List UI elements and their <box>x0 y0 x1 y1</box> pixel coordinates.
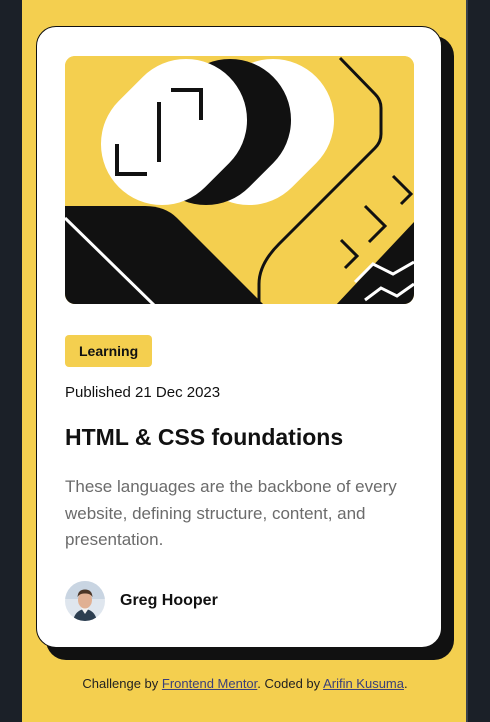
author: Greg Hooper <box>65 581 218 621</box>
frontend-mentor-link[interactable]: Frontend Mentor <box>162 676 257 691</box>
attribution-footer: Challenge by Frontend Mentor. Coded by A… <box>0 676 490 691</box>
published-date: Published 21 Dec 2023 <box>65 384 221 401</box>
hero-illustration <box>65 56 414 304</box>
author-name: Greg Hooper <box>120 592 218 609</box>
attribution-middle: . Coded by <box>257 676 324 691</box>
avatar <box>65 581 105 621</box>
viewport-right-edge <box>466 0 490 722</box>
attribution-suffix: . <box>403 676 408 691</box>
viewport-left-edge <box>0 0 22 722</box>
card-description: These languages are the backbone of ever… <box>65 477 397 549</box>
category-tag-label: Learning <box>79 343 139 359</box>
category-tag[interactable]: Learning <box>65 335 153 367</box>
author-link[interactable]: Arifin Kusuma <box>323 676 404 691</box>
brackets-illustration-icon <box>65 56 414 304</box>
attribution-prefix: Challenge by <box>82 676 162 691</box>
viewport-right-border <box>466 0 468 722</box>
avatar-photo-icon <box>65 581 105 621</box>
card-title[interactable]: HTML & CSS foundations <box>65 424 343 451</box>
